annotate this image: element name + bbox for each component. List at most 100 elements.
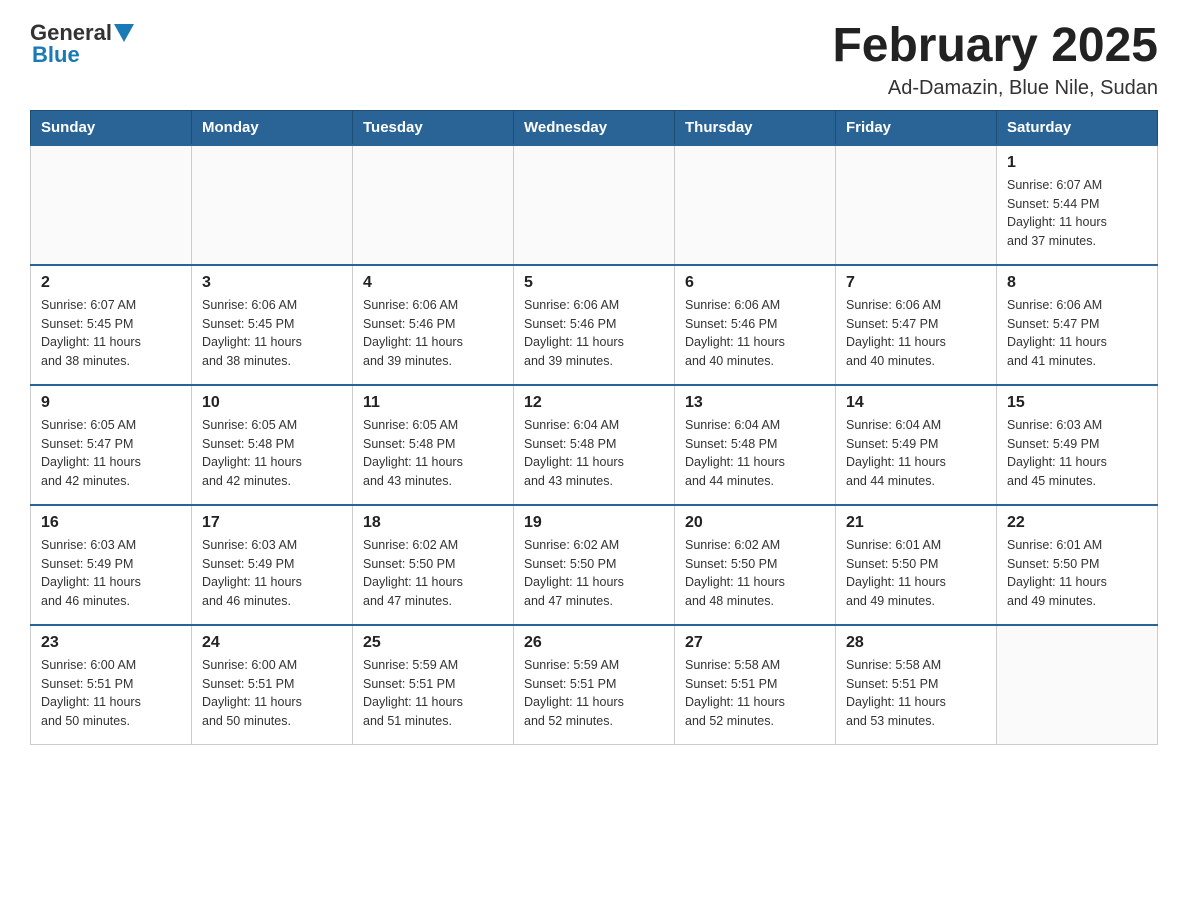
- day-info: Sunrise: 6:07 AMSunset: 5:45 PMDaylight:…: [41, 296, 181, 371]
- calendar-cell: 18 Sunrise: 6:02 AMSunset: 5:50 PMDayligh…: [353, 505, 514, 625]
- day-info: Sunrise: 6:06 AMSunset: 5:45 PMDaylight:…: [202, 296, 342, 371]
- day-number: 27: [685, 634, 825, 652]
- calendar-cell: 25 Sunrise: 5:59 AMSunset: 5:51 PMDayligh…: [353, 625, 514, 745]
- day-info: Sunrise: 6:02 AMSunset: 5:50 PMDaylight:…: [524, 536, 664, 611]
- day-info: Sunrise: 6:00 AMSunset: 5:51 PMDaylight:…: [41, 656, 181, 731]
- calendar-cell: 26 Sunrise: 5:59 AMSunset: 5:51 PMDayligh…: [514, 625, 675, 745]
- calendar-cell: [31, 145, 192, 265]
- calendar-cell: 13 Sunrise: 6:04 AMSunset: 5:48 PMDayligh…: [675, 385, 836, 505]
- day-info: Sunrise: 5:59 AMSunset: 5:51 PMDaylight:…: [363, 656, 503, 731]
- day-number: 15: [1007, 394, 1147, 412]
- day-info: Sunrise: 6:04 AMSunset: 5:48 PMDaylight:…: [524, 416, 664, 491]
- day-info: Sunrise: 6:03 AMSunset: 5:49 PMDaylight:…: [41, 536, 181, 611]
- day-info: Sunrise: 6:06 AMSunset: 5:47 PMDaylight:…: [846, 296, 986, 371]
- day-info: Sunrise: 5:58 AMSunset: 5:51 PMDaylight:…: [846, 656, 986, 731]
- day-info: Sunrise: 5:59 AMSunset: 5:51 PMDaylight:…: [524, 656, 664, 731]
- calendar-cell: 19 Sunrise: 6:02 AMSunset: 5:50 PMDayligh…: [514, 505, 675, 625]
- calendar-cell: [353, 145, 514, 265]
- day-number: 21: [846, 514, 986, 532]
- weekday-header-sunday: Sunday: [31, 110, 192, 145]
- day-info: Sunrise: 6:03 AMSunset: 5:49 PMDaylight:…: [1007, 416, 1147, 491]
- calendar-table: SundayMondayTuesdayWednesdayThursdayFrid…: [30, 110, 1158, 746]
- day-info: Sunrise: 6:01 AMSunset: 5:50 PMDaylight:…: [1007, 536, 1147, 611]
- calendar-cell: [192, 145, 353, 265]
- calendar-cell: 24 Sunrise: 6:00 AMSunset: 5:51 PMDayligh…: [192, 625, 353, 745]
- calendar-cell: 5Sunrise: 6:06 AMSunset: 5:46 PMDaylight…: [514, 265, 675, 385]
- calendar-week-row: 23Sunrise: 6:00 AMSunset: 5:51 PMDayligh…: [31, 625, 1158, 745]
- day-info: Sunrise: 6:00 AMSunset: 5:51 PMDaylight:…: [202, 656, 342, 731]
- weekday-header-monday: Monday: [192, 110, 353, 145]
- day-number: 10: [202, 394, 342, 412]
- day-number: 18: [363, 514, 503, 532]
- day-number: 12: [524, 394, 664, 412]
- calendar-week-row: 9Sunrise: 6:05 AMSunset: 5:47 PMDaylight…: [31, 385, 1158, 505]
- calendar-cell: [836, 145, 997, 265]
- day-number: 25: [363, 634, 503, 652]
- calendar-cell: 3 Sunrise: 6:06 AMSunset: 5:45 PMDaylight…: [192, 265, 353, 385]
- calendar-subtitle: Ad-Damazin, Blue Nile, Sudan: [832, 77, 1158, 100]
- day-number: 1: [1007, 154, 1147, 172]
- day-number: 2: [41, 274, 181, 292]
- day-info: Sunrise: 6:06 AMSunset: 5:47 PMDaylight:…: [1007, 296, 1147, 371]
- day-number: 20: [685, 514, 825, 532]
- day-info: Sunrise: 6:04 AMSunset: 5:49 PMDaylight:…: [846, 416, 986, 491]
- calendar-cell: 17 Sunrise: 6:03 AMSunset: 5:49 PMDayligh…: [192, 505, 353, 625]
- day-number: 17: [202, 514, 342, 532]
- calendar-cell: 6 Sunrise: 6:06 AMSunset: 5:46 PMDaylight…: [675, 265, 836, 385]
- day-number: 19: [524, 514, 664, 532]
- calendar-cell: [514, 145, 675, 265]
- day-number: 11: [363, 394, 503, 412]
- weekday-header-thursday: Thursday: [675, 110, 836, 145]
- day-number: 24: [202, 634, 342, 652]
- calendar-cell: 9Sunrise: 6:05 AMSunset: 5:47 PMDaylight…: [31, 385, 192, 505]
- calendar-cell: 27 Sunrise: 5:58 AMSunset: 5:51 PMDayligh…: [675, 625, 836, 745]
- day-info: Sunrise: 6:06 AMSunset: 5:46 PMDaylight:…: [363, 296, 503, 371]
- weekday-header-wednesday: Wednesday: [514, 110, 675, 145]
- calendar-cell: 12 Sunrise: 6:04 AMSunset: 5:48 PMDayligh…: [514, 385, 675, 505]
- calendar-cell: 15 Sunrise: 6:03 AMSunset: 5:49 PMDayligh…: [997, 385, 1158, 505]
- day-number: 26: [524, 634, 664, 652]
- page-header: General Blue February 2025 Ad-Damazin, B…: [30, 20, 1158, 100]
- day-number: 22: [1007, 514, 1147, 532]
- calendar-cell: 16 Sunrise: 6:03 AMSunset: 5:49 PMDayligh…: [31, 505, 192, 625]
- day-info: Sunrise: 6:02 AMSunset: 5:50 PMDaylight:…: [363, 536, 503, 611]
- day-number: 3: [202, 274, 342, 292]
- title-block: February 2025 Ad-Damazin, Blue Nile, Sud…: [832, 20, 1158, 100]
- calendar-cell: 2 Sunrise: 6:07 AMSunset: 5:45 PMDaylight…: [31, 265, 192, 385]
- calendar-cell: 8 Sunrise: 6:06 AMSunset: 5:47 PMDaylight…: [997, 265, 1158, 385]
- day-number: 8: [1007, 274, 1147, 292]
- day-number: 5: [524, 274, 664, 292]
- day-number: 13: [685, 394, 825, 412]
- day-info: Sunrise: 6:01 AMSunset: 5:50 PMDaylight:…: [846, 536, 986, 611]
- logo: General Blue: [30, 20, 136, 68]
- calendar-title: February 2025: [832, 20, 1158, 73]
- calendar-week-row: 16 Sunrise: 6:03 AMSunset: 5:49 PMDayligh…: [31, 505, 1158, 625]
- day-number: 14: [846, 394, 986, 412]
- day-number: 16: [41, 514, 181, 532]
- calendar-cell: 4 Sunrise: 6:06 AMSunset: 5:46 PMDaylight…: [353, 265, 514, 385]
- day-number: 6: [685, 274, 825, 292]
- calendar-cell: 1 Sunrise: 6:07 AMSunset: 5:44 PMDaylight…: [997, 145, 1158, 265]
- calendar-cell: 14 Sunrise: 6:04 AMSunset: 5:49 PMDayligh…: [836, 385, 997, 505]
- calendar-cell: 21 Sunrise: 6:01 AMSunset: 5:50 PMDayligh…: [836, 505, 997, 625]
- calendar-cell: 28 Sunrise: 5:58 AMSunset: 5:51 PMDayligh…: [836, 625, 997, 745]
- calendar-cell: 23Sunrise: 6:00 AMSunset: 5:51 PMDayligh…: [31, 625, 192, 745]
- calendar-week-row: 1 Sunrise: 6:07 AMSunset: 5:44 PMDaylight…: [31, 145, 1158, 265]
- day-number: 28: [846, 634, 986, 652]
- weekday-header-friday: Friday: [836, 110, 997, 145]
- calendar-cell: 22 Sunrise: 6:01 AMSunset: 5:50 PMDayligh…: [997, 505, 1158, 625]
- day-info: Sunrise: 6:04 AMSunset: 5:48 PMDaylight:…: [685, 416, 825, 491]
- logo-blue-text: Blue: [32, 42, 80, 68]
- calendar-week-row: 2 Sunrise: 6:07 AMSunset: 5:45 PMDaylight…: [31, 265, 1158, 385]
- day-info: Sunrise: 6:07 AMSunset: 5:44 PMDaylight:…: [1007, 176, 1147, 251]
- calendar-cell: 10Sunrise: 6:05 AMSunset: 5:48 PMDayligh…: [192, 385, 353, 505]
- day-info: Sunrise: 6:03 AMSunset: 5:49 PMDaylight:…: [202, 536, 342, 611]
- day-number: 4: [363, 274, 503, 292]
- day-info: Sunrise: 6:05 AMSunset: 5:48 PMDaylight:…: [363, 416, 503, 491]
- calendar-cell: 20Sunrise: 6:02 AMSunset: 5:50 PMDayligh…: [675, 505, 836, 625]
- calendar-cell: [997, 625, 1158, 745]
- weekday-header-saturday: Saturday: [997, 110, 1158, 145]
- day-info: Sunrise: 5:58 AMSunset: 5:51 PMDaylight:…: [685, 656, 825, 731]
- day-info: Sunrise: 6:05 AMSunset: 5:47 PMDaylight:…: [41, 416, 181, 491]
- day-info: Sunrise: 6:06 AMSunset: 5:46 PMDaylight:…: [685, 296, 825, 371]
